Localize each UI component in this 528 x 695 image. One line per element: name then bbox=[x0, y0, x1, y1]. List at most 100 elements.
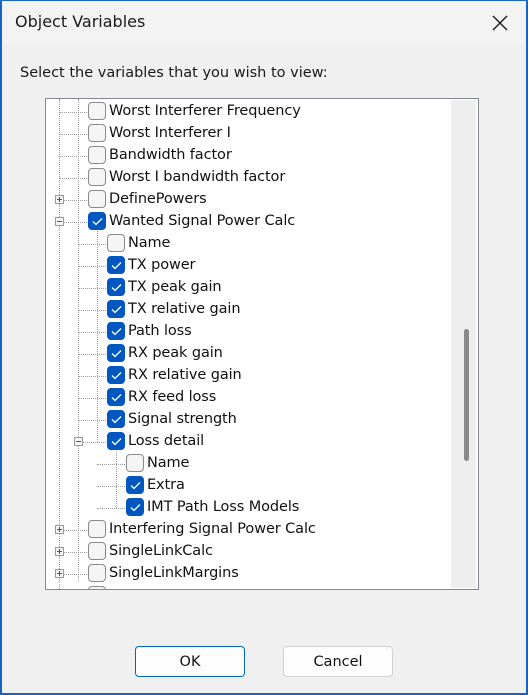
tree-item[interactable]: Interfering Signal Power Calc bbox=[46, 519, 451, 541]
expand-icon[interactable] bbox=[55, 569, 64, 578]
tree-connector bbox=[59, 112, 87, 113]
tree-item[interactable]: Bandwidth factor bbox=[46, 145, 451, 167]
collapse-icon[interactable] bbox=[74, 437, 83, 446]
tree-item[interactable]: SingleLinkCalc bbox=[46, 541, 451, 563]
checkmark-icon bbox=[111, 438, 122, 446]
checkbox[interactable] bbox=[88, 542, 106, 560]
tree-item[interactable]: Wanted Signal Power Calc bbox=[46, 211, 451, 233]
checkbox[interactable] bbox=[88, 146, 106, 164]
checkmark-icon bbox=[111, 372, 122, 380]
checkbox[interactable] bbox=[107, 432, 125, 450]
tree-item[interactable]: TX relative gain bbox=[46, 299, 451, 321]
checkbox[interactable] bbox=[88, 564, 106, 582]
checkbox[interactable] bbox=[126, 476, 144, 494]
tree-item[interactable] bbox=[46, 585, 451, 589]
tree-item[interactable]: Worst I bandwidth factor bbox=[46, 167, 451, 189]
tree-item-label: RX peak gain bbox=[128, 345, 223, 361]
checkbox[interactable] bbox=[88, 586, 106, 589]
checkbox[interactable] bbox=[107, 366, 125, 384]
checkbox[interactable] bbox=[88, 102, 106, 120]
tree-item[interactable]: RX relative gain bbox=[46, 365, 451, 387]
checkbox[interactable] bbox=[107, 256, 125, 274]
scrollbar-thumb[interactable] bbox=[464, 329, 469, 462]
checkmark-icon bbox=[111, 262, 122, 270]
tree-item-label: Worst Interferer I bbox=[109, 125, 231, 141]
tree-item-label: Name bbox=[128, 235, 171, 251]
tree-connector bbox=[83, 442, 106, 443]
checkbox[interactable] bbox=[88, 520, 106, 538]
tree-item[interactable]: Name bbox=[46, 453, 451, 475]
tree-connector bbox=[78, 266, 106, 267]
expand-icon[interactable] bbox=[55, 195, 64, 204]
tree-item-label: Bandwidth factor bbox=[109, 147, 232, 163]
expand-icon[interactable] bbox=[55, 525, 64, 534]
tree-item-label: TX relative gain bbox=[128, 301, 241, 317]
tree-item[interactable]: TX power bbox=[46, 255, 451, 277]
checkmark-icon bbox=[111, 306, 122, 314]
tree-item[interactable]: Worst Interferer I bbox=[46, 123, 451, 145]
checkbox[interactable] bbox=[126, 498, 144, 516]
tree-item-label: TX power bbox=[128, 257, 196, 273]
cancel-button[interactable]: Cancel bbox=[283, 646, 393, 677]
window-title: Object Variables bbox=[15, 12, 146, 31]
tree-connector bbox=[59, 134, 87, 135]
tree-connector bbox=[78, 332, 106, 333]
tree-item[interactable]: Path loss bbox=[46, 321, 451, 343]
collapse-icon[interactable] bbox=[55, 217, 64, 226]
tree-item-label: Extra bbox=[147, 477, 185, 493]
tree-connector bbox=[78, 376, 106, 377]
tree-item[interactable]: TX peak gain bbox=[46, 277, 451, 299]
tree-item[interactable]: Signal strength bbox=[46, 409, 451, 431]
close-button[interactable] bbox=[480, 7, 520, 39]
tree-connector bbox=[97, 464, 125, 465]
checkbox[interactable] bbox=[88, 212, 106, 230]
tree-item[interactable]: SingleLinkMargins bbox=[46, 563, 451, 585]
tree-connector bbox=[78, 244, 106, 245]
ok-button[interactable]: OK bbox=[135, 646, 245, 677]
checkbox[interactable] bbox=[88, 190, 106, 208]
checkbox[interactable] bbox=[126, 454, 144, 472]
tree-item-label: Name bbox=[147, 455, 190, 471]
tree-item[interactable]: IMT Path Loss Models bbox=[46, 497, 451, 519]
tree-item-label: IMT Path Loss Models bbox=[147, 499, 300, 515]
tree-item-label: Worst I bandwidth factor bbox=[109, 169, 286, 185]
checkbox[interactable] bbox=[107, 344, 125, 362]
tree-item[interactable]: Loss detail bbox=[46, 431, 451, 453]
tree-item[interactable]: DefinePowers bbox=[46, 189, 451, 211]
checkbox[interactable] bbox=[88, 168, 106, 186]
checkbox[interactable] bbox=[107, 410, 125, 428]
tree-connector bbox=[78, 420, 106, 421]
tree-item-label: DefinePowers bbox=[109, 191, 207, 207]
tree-connector bbox=[78, 354, 106, 355]
tree-item-label: Interfering Signal Power Calc bbox=[109, 521, 316, 537]
title-bar: Object Variables bbox=[2, 1, 526, 45]
tree-connector bbox=[78, 310, 106, 311]
tree-item[interactable]: Worst Interferer Frequency bbox=[46, 101, 451, 123]
checkbox[interactable] bbox=[107, 234, 125, 252]
checkbox[interactable] bbox=[107, 388, 125, 406]
checkbox[interactable] bbox=[107, 278, 125, 296]
tree-item[interactable]: Name bbox=[46, 233, 451, 255]
vertical-scrollbar[interactable] bbox=[451, 100, 476, 588]
tree-item[interactable]: RX peak gain bbox=[46, 343, 451, 365]
variables-tree[interactable]: Worst Interferer Frequency Worst Interfer… bbox=[45, 98, 479, 590]
tree-item-label: Path loss bbox=[128, 323, 192, 339]
expand-icon[interactable] bbox=[55, 547, 64, 556]
tree-connector bbox=[64, 530, 87, 531]
checkmark-icon bbox=[111, 350, 122, 358]
tree-item[interactable]: Extra bbox=[46, 475, 451, 497]
checkbox[interactable] bbox=[88, 124, 106, 142]
checkmark-icon bbox=[111, 328, 122, 336]
tree-connector bbox=[64, 222, 87, 223]
tree-item-label: RX relative gain bbox=[128, 367, 242, 383]
tree-connector bbox=[59, 178, 87, 179]
tree-item-label: SingleLinkCalc bbox=[109, 543, 213, 559]
tree-item-label: TX peak gain bbox=[128, 279, 222, 295]
tree-connector bbox=[78, 398, 106, 399]
checkmark-icon bbox=[111, 416, 122, 424]
checkbox[interactable] bbox=[107, 322, 125, 340]
tree-item[interactable]: RX feed loss bbox=[46, 387, 451, 409]
tree-connector bbox=[97, 508, 125, 509]
tree-item-label: Wanted Signal Power Calc bbox=[109, 213, 296, 229]
checkbox[interactable] bbox=[107, 300, 125, 318]
